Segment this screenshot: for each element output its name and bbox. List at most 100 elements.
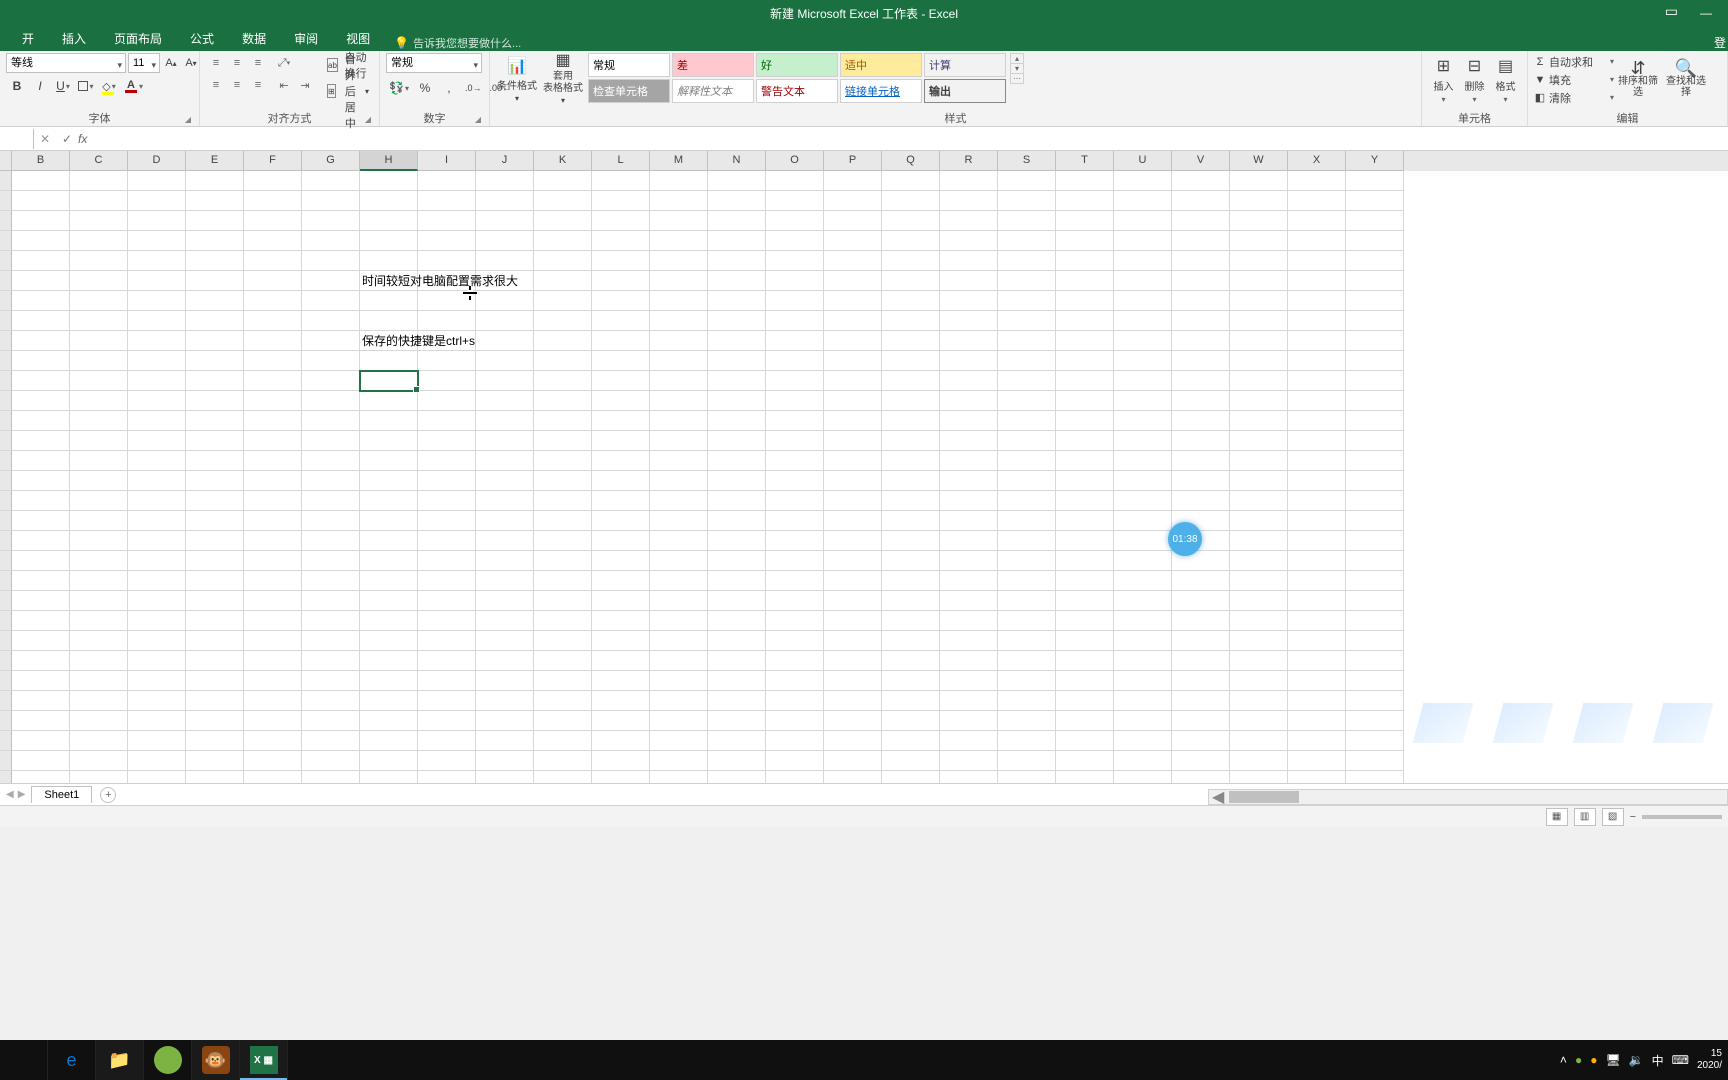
cell[interactable]: [882, 331, 940, 351]
cell[interactable]: [766, 191, 824, 211]
cell[interactable]: [418, 371, 476, 391]
tray-status-icon-2[interactable]: ●: [1590, 1053, 1597, 1067]
cell[interactable]: [186, 671, 244, 691]
cell[interactable]: [1288, 211, 1346, 231]
cell[interactable]: [1172, 431, 1230, 451]
cell[interactable]: [418, 511, 476, 531]
cell[interactable]: [592, 651, 650, 671]
merge-center-button[interactable]: ⊞合并后居中▾: [323, 79, 373, 103]
cell[interactable]: [592, 351, 650, 371]
row-header[interactable]: [0, 211, 12, 231]
cell[interactable]: [1346, 231, 1404, 251]
cell[interactable]: [766, 651, 824, 671]
cell[interactable]: [592, 591, 650, 611]
cell[interactable]: [1230, 551, 1288, 571]
cell[interactable]: [998, 531, 1056, 551]
cell[interactable]: [70, 231, 128, 251]
cell[interactable]: [186, 511, 244, 531]
cell[interactable]: [1114, 651, 1172, 671]
cell[interactable]: [70, 471, 128, 491]
cell[interactable]: [592, 691, 650, 711]
cell[interactable]: [1346, 391, 1404, 411]
cell[interactable]: [940, 591, 998, 611]
cell[interactable]: [244, 271, 302, 291]
cell[interactable]: [1346, 411, 1404, 431]
cell[interactable]: [1288, 591, 1346, 611]
row-header[interactable]: [0, 551, 12, 571]
cell[interactable]: [1172, 251, 1230, 271]
cell[interactable]: [766, 211, 824, 231]
cell[interactable]: [1114, 351, 1172, 371]
cell[interactable]: [650, 351, 708, 371]
cell[interactable]: [940, 671, 998, 691]
taskbar-excel[interactable]: X ▦: [240, 1040, 288, 1080]
cell[interactable]: [1172, 771, 1230, 783]
cell[interactable]: [1056, 571, 1114, 591]
cell[interactable]: [12, 311, 70, 331]
decrease-font-button[interactable]: A▾: [182, 53, 200, 73]
hscroll-thumb[interactable]: [1229, 791, 1299, 803]
cell[interactable]: [70, 671, 128, 691]
cell[interactable]: [1114, 431, 1172, 451]
cell[interactable]: [186, 691, 244, 711]
cell[interactable]: [708, 771, 766, 783]
cell[interactable]: [1056, 371, 1114, 391]
cell[interactable]: [1056, 511, 1114, 531]
row-header[interactable]: [0, 311, 12, 331]
cell[interactable]: [1288, 751, 1346, 771]
col-header-D[interactable]: D: [128, 151, 186, 171]
cell[interactable]: [244, 491, 302, 511]
cell[interactable]: [476, 351, 534, 371]
cell[interactable]: [708, 691, 766, 711]
cell[interactable]: [592, 731, 650, 751]
cell[interactable]: [186, 351, 244, 371]
cell[interactable]: [592, 171, 650, 191]
cell[interactable]: [1230, 771, 1288, 783]
cell[interactable]: [186, 171, 244, 191]
cell[interactable]: [1288, 251, 1346, 271]
cell[interactable]: [940, 311, 998, 331]
cell[interactable]: [940, 331, 998, 351]
cell[interactable]: [12, 411, 70, 431]
cell[interactable]: [360, 471, 418, 491]
cell[interactable]: [766, 251, 824, 271]
cell[interactable]: [476, 291, 534, 311]
cell[interactable]: [186, 731, 244, 751]
cell[interactable]: [70, 451, 128, 471]
cell[interactable]: [882, 491, 940, 511]
cell[interactable]: [592, 471, 650, 491]
cell[interactable]: [302, 351, 360, 371]
cell[interactable]: [998, 611, 1056, 631]
cell[interactable]: [1288, 231, 1346, 251]
cell[interactable]: [998, 391, 1056, 411]
row-header[interactable]: [0, 291, 12, 311]
cell[interactable]: [360, 751, 418, 771]
cell[interactable]: [650, 731, 708, 751]
cell[interactable]: [650, 671, 708, 691]
cell[interactable]: [244, 231, 302, 251]
style-calculation[interactable]: 计算: [924, 53, 1006, 77]
cell[interactable]: [882, 551, 940, 571]
cell[interactable]: [12, 651, 70, 671]
cell[interactable]: [534, 491, 592, 511]
cell[interactable]: [1230, 691, 1288, 711]
cell[interactable]: [998, 591, 1056, 611]
style-warning[interactable]: 警告文本: [756, 79, 838, 103]
cell[interactable]: [418, 431, 476, 451]
cell[interactable]: [476, 391, 534, 411]
cell[interactable]: [824, 431, 882, 451]
fx-label[interactable]: fx: [78, 132, 87, 146]
cell[interactable]: [534, 211, 592, 231]
cell[interactable]: [302, 391, 360, 411]
cell[interactable]: [592, 251, 650, 271]
cell[interactable]: [998, 711, 1056, 731]
cell[interactable]: [360, 671, 418, 691]
cell[interactable]: [128, 411, 186, 431]
cell[interactable]: [1056, 731, 1114, 751]
cell[interactable]: [1346, 271, 1404, 291]
cell[interactable]: [418, 731, 476, 751]
cell[interactable]: [128, 671, 186, 691]
comma-button[interactable]: ,: [438, 77, 460, 99]
row-header[interactable]: [0, 771, 12, 783]
col-header-I[interactable]: I: [418, 151, 476, 171]
